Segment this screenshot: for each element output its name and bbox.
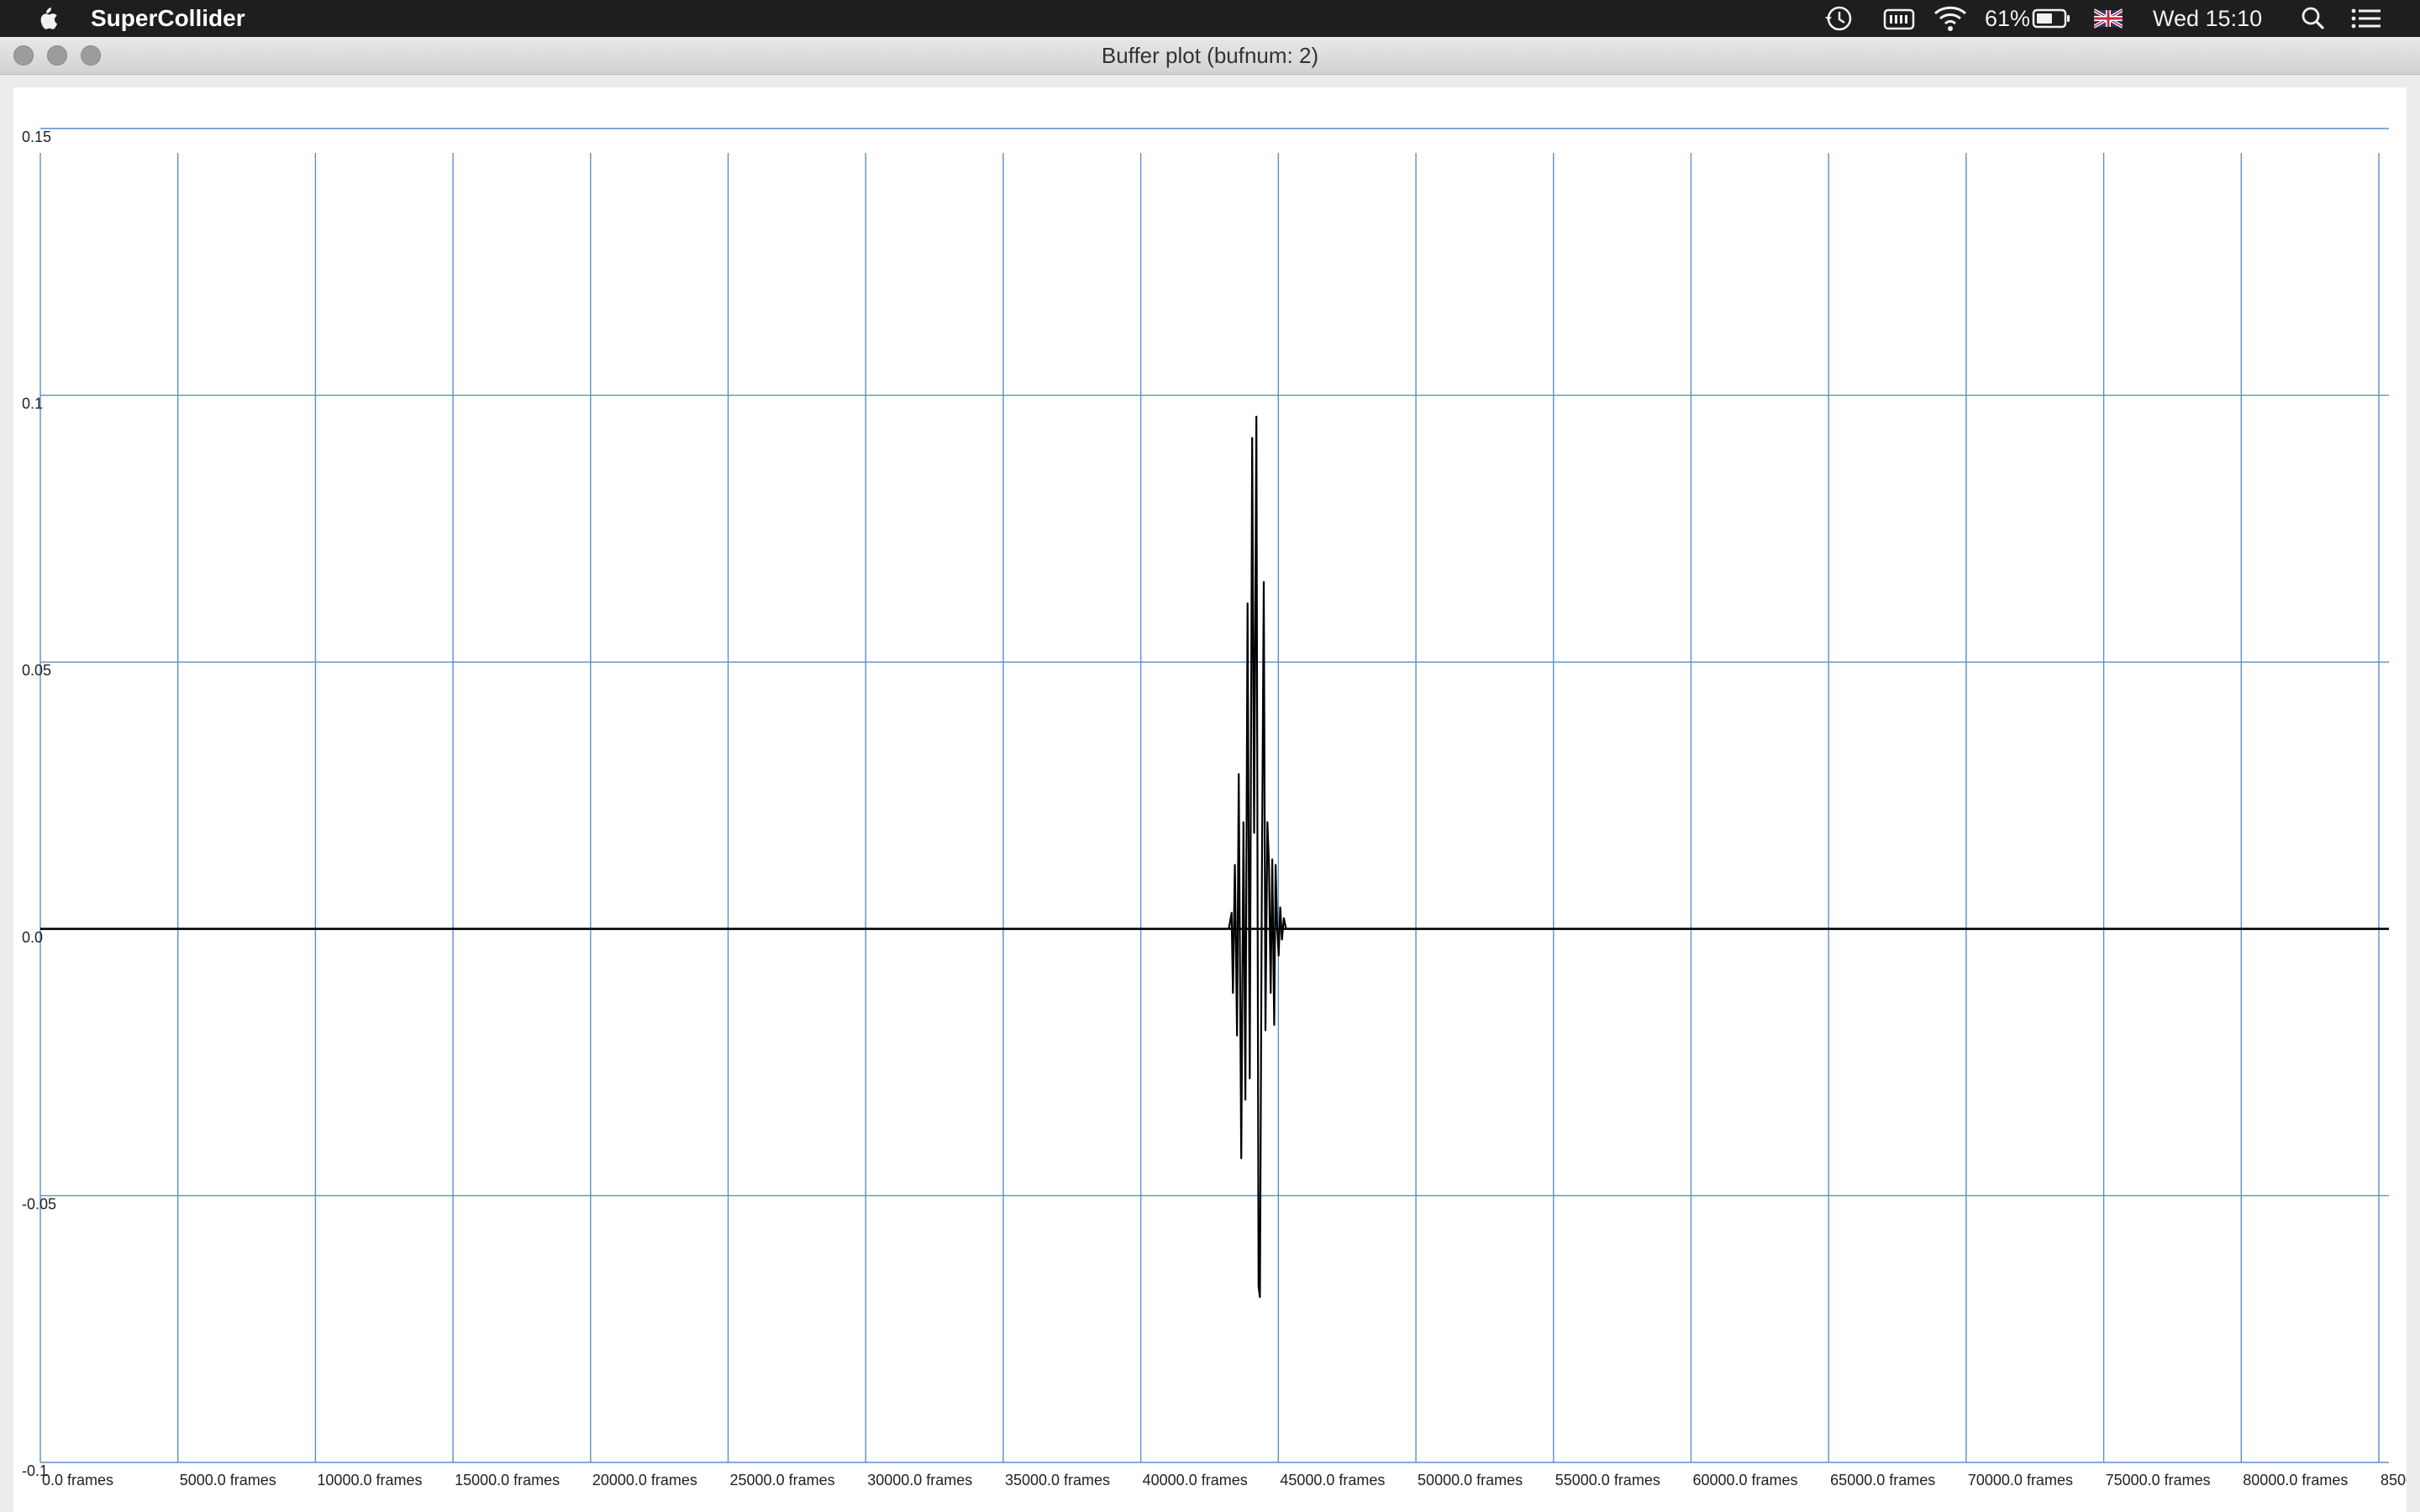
app-name-menu[interactable]: SuperCollider	[91, 5, 245, 32]
x-tick-label: 80000.0 frames	[2243, 1472, 2348, 1488]
x-tick-label: 25000.0 frames	[730, 1472, 835, 1488]
waveform-layer	[40, 415, 2389, 1299]
uk-flag-icon[interactable]	[2094, 3, 2123, 34]
label-layer: 0.0 frames 5000.0 frames 10000.0 frames 150…	[22, 129, 2407, 1488]
x-tick-label: 30000.0 frames	[867, 1472, 972, 1488]
y-tick-label: 0.15	[22, 129, 51, 145]
spotlight-search-icon[interactable]	[2299, 3, 2328, 34]
x-tick-label: 70000.0 frames	[1968, 1472, 2073, 1488]
plot-area[interactable]: 0.0 frames 5000.0 frames 10000.0 frames 150…	[13, 87, 2407, 1512]
x-tick-label: 60000.0 frames	[1692, 1472, 1797, 1488]
x-tick-label: 20000.0 frames	[592, 1472, 697, 1488]
x-tick-label: 55000.0 frames	[1555, 1472, 1660, 1488]
buffer-plot-window: Buffer plot (bufnum: 2) 0.0 frames 5000.0…	[0, 37, 2420, 1512]
apple-icon[interactable]	[34, 5, 59, 32]
y-tick-label: -0.1	[22, 1462, 48, 1479]
buffer-plot-chart: 0.0 frames 5000.0 frames 10000.0 frames 150…	[22, 128, 2407, 1488]
menubar-clock[interactable]: Wed 15:10	[2153, 5, 2262, 32]
menu-bar: SuperCollider 61% Wed 15:10	[0, 0, 2420, 37]
x-tick-label: 40000.0 frames	[1143, 1472, 1248, 1488]
x-tick-label: 8500(	[2381, 1472, 2407, 1488]
wifi-icon[interactable]	[1933, 3, 1968, 34]
x-tick-label: 65000.0 frames	[1830, 1472, 1935, 1488]
y-tick-label: 0.05	[22, 662, 51, 679]
window-titlebar[interactable]: Buffer plot (bufnum: 2)	[0, 37, 2420, 75]
grid-layer	[39, 128, 2389, 1463]
battery-icon[interactable]	[2032, 3, 2072, 34]
window-title: Buffer plot (bufnum: 2)	[1101, 43, 1319, 68]
x-tick-label: 5000.0 frames	[180, 1472, 276, 1488]
y-tick-label: 0.0	[22, 929, 43, 946]
x-tick-label: 45000.0 frames	[1280, 1472, 1385, 1488]
y-tick-label: 0.1	[22, 396, 43, 412]
x-tick-label: 0.0 frames	[42, 1472, 113, 1488]
time-machine-icon[interactable]	[1822, 3, 1855, 34]
keyboard-icon[interactable]	[1882, 3, 1916, 34]
x-tick-label: 15000.0 frames	[455, 1472, 560, 1488]
x-tick-label: 35000.0 frames	[1005, 1472, 1110, 1488]
y-tick-label: -0.05	[22, 1195, 56, 1212]
waveform-line	[40, 415, 2379, 1299]
x-tick-label: 50000.0 frames	[1418, 1472, 1523, 1488]
x-tick-label: 10000.0 frames	[317, 1472, 422, 1488]
notification-center-icon[interactable]	[2349, 3, 2383, 34]
x-tick-label: 75000.0 frames	[2106, 1472, 2211, 1488]
battery-percent: 61%	[1985, 6, 2031, 31]
